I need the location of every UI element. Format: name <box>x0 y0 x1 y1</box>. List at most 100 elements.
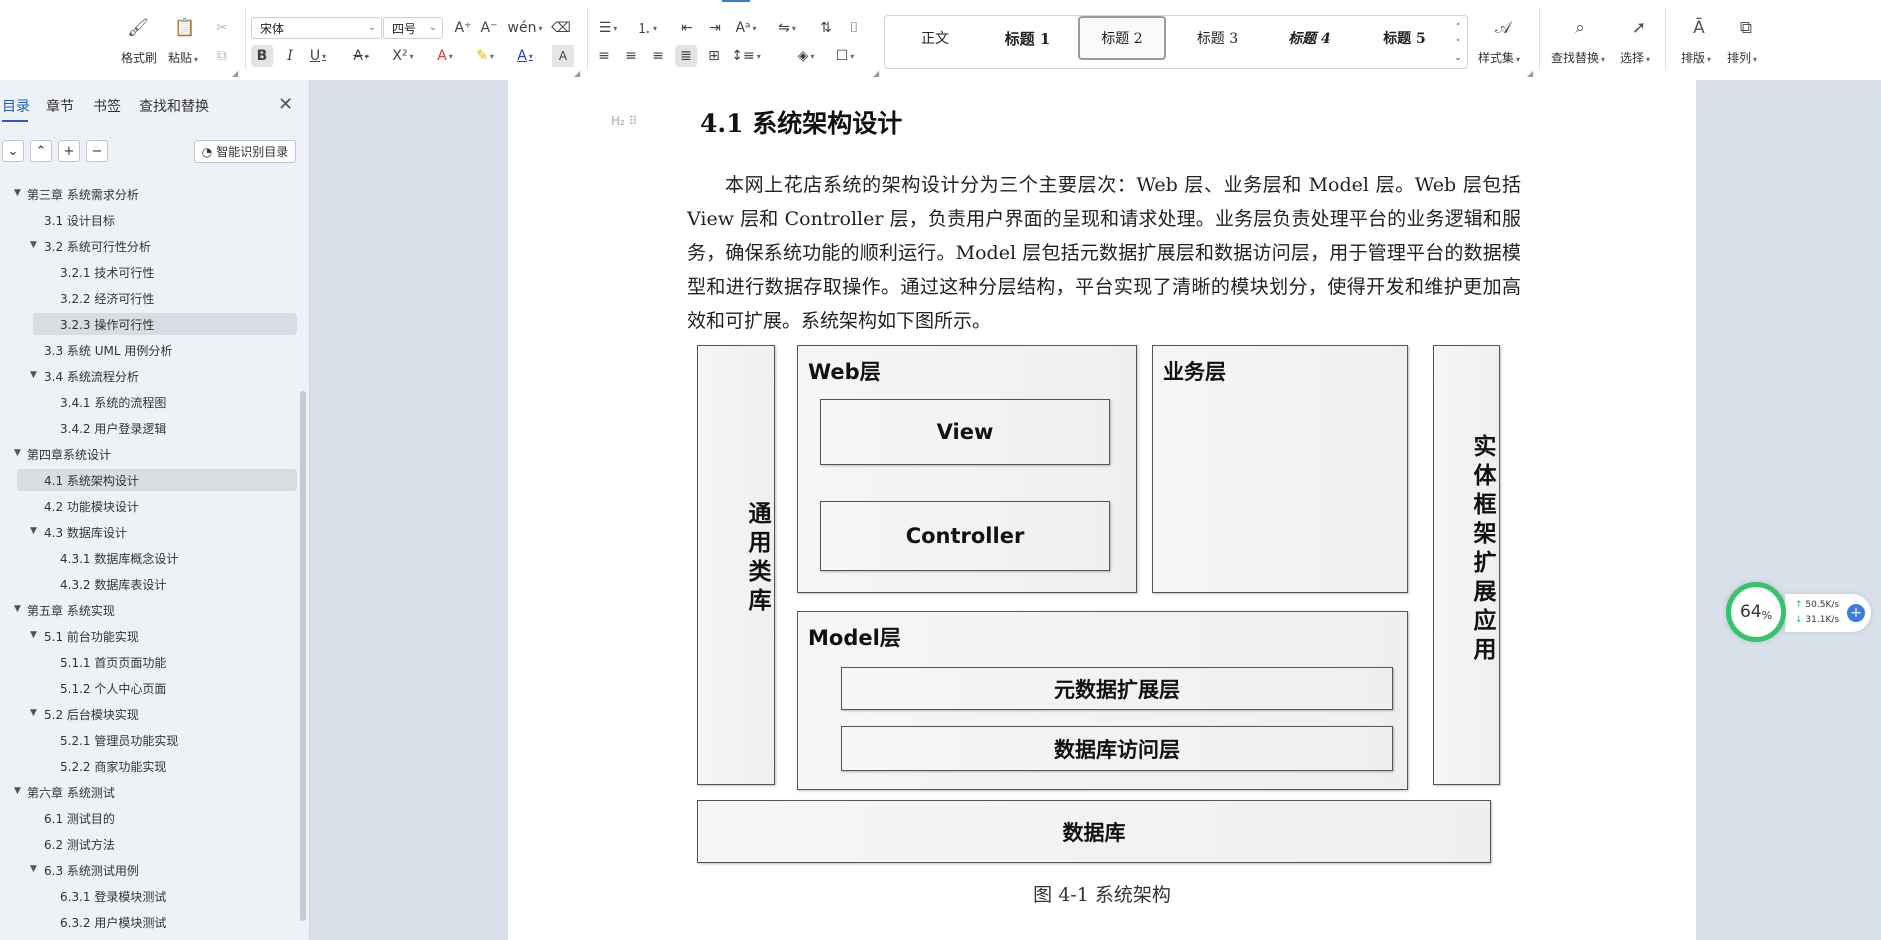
collapse-all-button[interactable]: ⌄ <box>2 140 24 162</box>
style-heading-5[interactable]: 标题 5 <box>1367 16 1442 60</box>
arrange-icon[interactable]: ⧉ <box>1734 16 1758 40</box>
text-direction-icon[interactable]: Aᵃ ▾ <box>735 17 757 39</box>
distributed-icon[interactable]: ⊞ <box>703 45 725 67</box>
shrink-font-icon[interactable]: A⁻ <box>478 17 500 39</box>
toc-scrollbar[interactable] <box>300 391 306 921</box>
toc-item[interactable]: 第三章 系统需求分析 <box>27 183 139 205</box>
toc-item[interactable]: 6.3.1 登录模块测试 <box>60 885 166 907</box>
expand-toggle-icon[interactable]: ▼ <box>14 188 21 198</box>
style-set-label[interactable]: 样式集 ▾ <box>1478 49 1520 66</box>
toc-item[interactable]: 4.3.2 数据库表设计 <box>60 573 166 595</box>
paragraph-more-icon[interactable]: ◢ <box>873 69 879 78</box>
line-break-icon[interactable]: ⇋ ▾ <box>776 17 798 39</box>
toc-item[interactable]: 3.2.1 技术可行性 <box>60 261 154 283</box>
paste-icon[interactable]: 📋 <box>173 16 197 40</box>
increase-indent-icon[interactable]: ⇥ <box>704 17 726 39</box>
toc-item[interactable]: 4.1 系统架构设计 <box>44 469 139 491</box>
char-shading-icon[interactable]: A <box>552 45 574 67</box>
format-painter-label[interactable]: 格式刷 <box>121 49 157 66</box>
expand-toggle-icon[interactable]: ▼ <box>30 240 37 250</box>
decrease-indent-icon[interactable]: ⇤ <box>676 17 698 39</box>
tab-chapters[interactable]: 章节 <box>46 96 74 116</box>
cursor-icon[interactable]: ➚ <box>1627 16 1651 40</box>
toc-item[interactable]: 5.2.2 商家功能实现 <box>60 755 166 777</box>
font-color-icon[interactable]: A ▾ <box>514 45 536 67</box>
justify-icon[interactable]: ≣ <box>675 45 697 67</box>
figure-caption[interactable]: 图 4-1 系统架构 <box>508 880 1696 907</box>
toc-item[interactable]: 5.1.2 个人中心页面 <box>60 677 166 699</box>
bold-icon[interactable]: B <box>251 45 273 67</box>
toc-item[interactable]: 5.2 后台模块实现 <box>44 703 139 725</box>
line-spacing-icon[interactable]: ↕≡ ▾ <box>731 45 760 67</box>
show-marks-icon[interactable]: ⌷ <box>843 17 865 39</box>
expand-toggle-icon[interactable]: ▼ <box>30 708 37 718</box>
remove-heading-button[interactable]: − <box>86 140 108 162</box>
numbered-list-icon[interactable]: ⒈ ▾ <box>636 17 658 39</box>
font-more-icon[interactable]: ◢ <box>574 69 580 78</box>
section-heading[interactable]: 4.1 系统架构设计 <box>700 104 902 140</box>
cut-icon[interactable]: ✂ <box>211 17 233 39</box>
grow-font-icon[interactable]: A⁺ <box>452 17 474 39</box>
style-heading-3[interactable]: 标题 3 <box>1180 16 1255 60</box>
sort-icon[interactable]: ⇅ <box>815 17 837 39</box>
phonetic-guide-icon[interactable]: wén ▾ <box>508 17 543 39</box>
heading-level-marker[interactable]: H₂ ⠿ <box>611 114 637 128</box>
toc-item[interactable]: 3.4.1 系统的流程图 <box>60 391 166 413</box>
toc-item[interactable]: 3.2.3 操作可行性 <box>60 313 154 335</box>
widget-plus-icon[interactable]: + <box>1847 604 1865 622</box>
find-replace-label[interactable]: 查找替换 ▾ <box>1551 49 1605 66</box>
text-effect-icon[interactable]: A ▾ <box>434 45 456 67</box>
memory-gauge[interactable]: 64% <box>1726 582 1786 642</box>
toc-item[interactable]: 6.2 测试方法 <box>44 833 115 855</box>
align-right-icon[interactable]: ≡ <box>647 45 669 67</box>
align-left-icon[interactable]: ≡ <box>593 45 615 67</box>
toc-item[interactable]: 6.3 系统测试用例 <box>44 859 139 881</box>
expand-toggle-icon[interactable]: ▼ <box>14 604 21 614</box>
expand-toggle-icon[interactable]: ▼ <box>30 864 37 874</box>
style-heading-2[interactable]: 标题 2 <box>1078 16 1166 60</box>
toc-item[interactable]: 3.2.2 经济可行性 <box>60 287 154 309</box>
tab-find-replace[interactable]: 查找和替换 <box>139 96 209 116</box>
toc-item[interactable]: 5.1.1 首页页面功能 <box>60 651 166 673</box>
expand-toggle-icon[interactable]: ▼ <box>14 786 21 796</box>
toc-item[interactable]: 5.1 前台功能实现 <box>44 625 139 647</box>
toc-item[interactable]: 第六章 系统测试 <box>27 781 115 803</box>
toc-item[interactable]: 4.3 数据库设计 <box>44 521 127 543</box>
style-heading-4[interactable]: 标题 4 <box>1272 16 1347 60</box>
toc-item[interactable]: 6.3.2 用户模块测试 <box>60 911 166 933</box>
add-heading-button[interactable]: + <box>58 140 80 162</box>
align-center-icon[interactable]: ≡ <box>620 45 642 67</box>
toc-item[interactable]: 6.1 测试目的 <box>44 807 115 829</box>
style-set-icon[interactable]: 𝒜 <box>1491 16 1515 40</box>
select-label[interactable]: 选择 ▾ <box>1620 49 1650 66</box>
toc-item[interactable]: 3.3 系统 UML 用例分析 <box>44 339 172 361</box>
toc-item[interactable]: 第五章 系统实现 <box>27 599 115 621</box>
expand-up-button[interactable]: ⌃ <box>30 140 52 162</box>
toc-item[interactable]: 5.2.1 管理员功能实现 <box>60 729 178 751</box>
body-paragraph[interactable]: 本网上花店系统的架构设计分为三个主要层次：Web 层、业务层和 Model 层。… <box>687 168 1521 338</box>
search-icon[interactable]: ⌕ <box>1568 16 1592 40</box>
smart-toc-button[interactable]: ◔ 智能识别目录 <box>194 140 296 163</box>
strikethrough-icon[interactable]: A ▾ <box>350 45 372 67</box>
toc-item[interactable]: 3.2 系统可行性分析 <box>44 235 151 257</box>
expand-toggle-icon[interactable]: ▼ <box>30 630 37 640</box>
superscript-icon[interactable]: X² ▾ <box>392 45 414 67</box>
arrange-label[interactable]: 排列 ▾ <box>1727 49 1757 66</box>
border-icon[interactable]: ☐ ▾ <box>834 45 856 67</box>
bullet-list-icon[interactable]: ☰ ▾ <box>597 17 619 39</box>
paste-label[interactable]: 粘贴 ▾ <box>168 49 198 66</box>
shading-icon[interactable]: ◈ ▾ <box>795 45 817 67</box>
styles-more-icon[interactable]: ◢ <box>1527 69 1533 78</box>
clipboard-more-icon[interactable]: ◢ <box>232 69 238 78</box>
expand-toggle-icon[interactable]: ▼ <box>30 526 37 536</box>
layout-label[interactable]: 排版 ▾ <box>1681 49 1711 66</box>
copy-icon[interactable]: ⧉ <box>211 45 233 67</box>
close-icon[interactable]: ✕ <box>278 94 293 115</box>
clear-format-icon[interactable]: ⌫ <box>550 17 572 39</box>
style-expand-icon[interactable]: ⌄ <box>1447 47 1469 69</box>
font-size-select[interactable]: 四号 ⌄ <box>383 17 443 39</box>
highlight-icon[interactable]: ✎ ▾ <box>474 45 496 67</box>
toc-item[interactable]: 3.4 系统流程分析 <box>44 365 139 387</box>
toc-item[interactable]: 4.2 功能模块设计 <box>44 495 139 517</box>
tab-toc[interactable]: 目录 <box>2 96 30 116</box>
